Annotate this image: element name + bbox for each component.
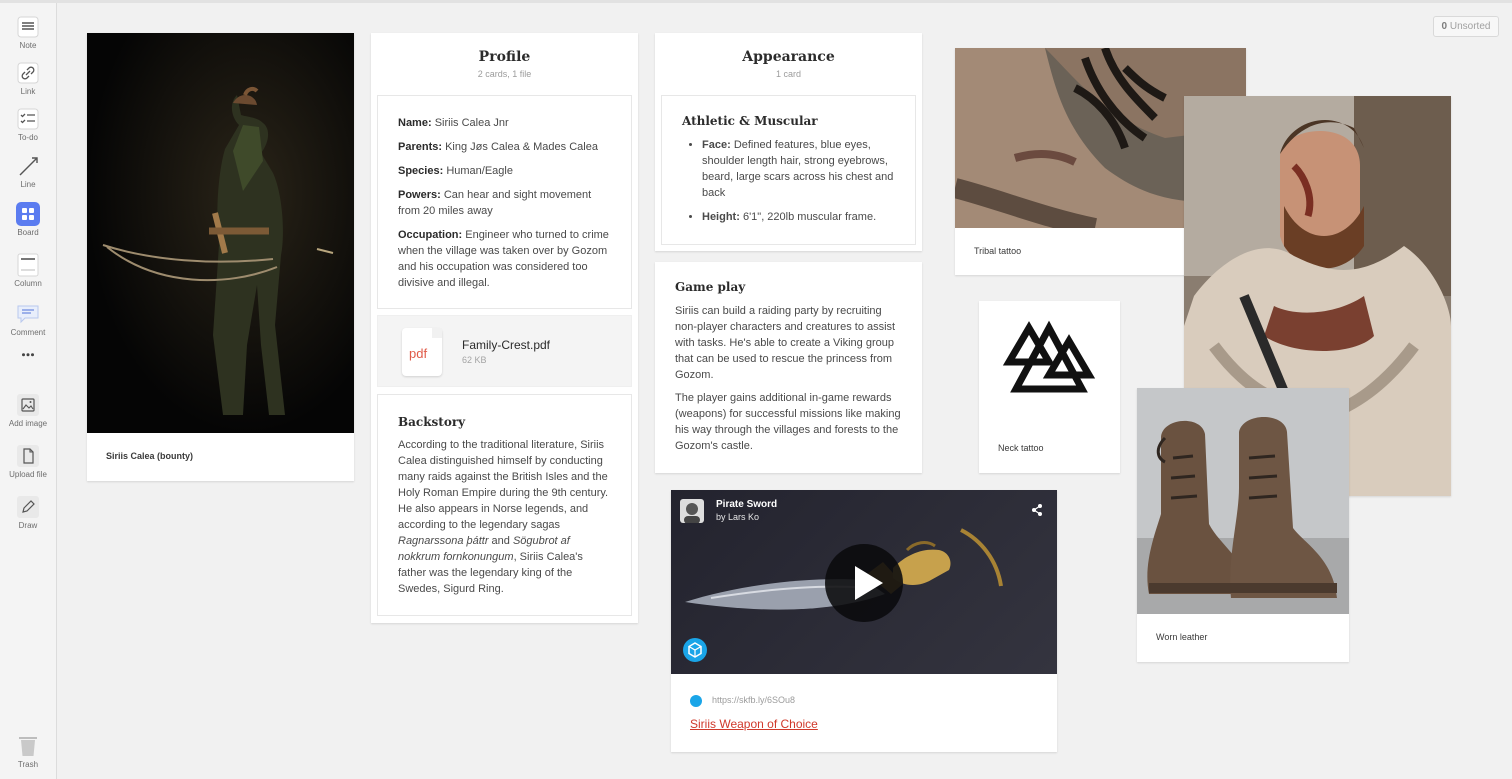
video-player[interactable]: Pirate Sword by Lars Ko <box>671 490 1057 674</box>
top-border <box>0 0 1512 3</box>
video-embed-card[interactable]: Pirate Sword by Lars Ko https://skfb.ly/… <box>671 490 1057 752</box>
neck-tattoo-card[interactable]: Neck tattoo <box>979 301 1120 473</box>
tool-comment[interactable]: Comment <box>0 302 56 337</box>
gameplay-card[interactable]: Game play Siriis can build a raiding par… <box>655 262 922 473</box>
field-occupation: Occupation: Engineer who turned to crime… <box>398 229 609 289</box>
appearance-list: Face: Defined features, blue eyes, shoul… <box>682 137 903 225</box>
leather-caption: Worn leather <box>1156 632 1208 642</box>
tool-note[interactable]: Note <box>0 15 56 50</box>
appearance-face: Face: Defined features, blue eyes, shoul… <box>702 137 903 201</box>
gameplay-paragraph: Siriis can build a raiding party by recr… <box>675 305 896 381</box>
todo-icon <box>17 108 39 130</box>
appearance-board[interactable]: Appearance 1 card Athletic & Muscular Fa… <box>655 33 922 251</box>
file-size: 62 KB <box>462 355 487 365</box>
play-button[interactable] <box>825 544 903 622</box>
unsorted-label: Unsorted <box>1449 21 1491 32</box>
file-name: Family-Crest.pdf <box>462 338 551 352</box>
comment-icon <box>17 305 39 324</box>
video-link-text[interactable]: Siriis Weapon of Choice <box>690 717 818 731</box>
column-icon <box>17 253 39 277</box>
video-url[interactable]: https://skfb.ly/6SOu8 <box>712 695 795 705</box>
tool-label: To-do <box>17 133 38 142</box>
hero-caption: Siriis Calea (bounty) <box>106 451 194 461</box>
backstory-title: Backstory <box>398 415 466 429</box>
unsorted-button[interactable]: 0 Unsorted <box>1433 16 1499 37</box>
tool-add-image[interactable]: Add image <box>0 393 56 428</box>
tool-upload-file[interactable]: Upload file <box>0 444 56 479</box>
pdf-icon: pdf <box>402 328 442 376</box>
tool-label: Draw <box>18 521 38 530</box>
field-name: Name: Siriis Calea Jnr <box>398 117 509 129</box>
video-link[interactable]: Siriis Weapon of Choice <box>690 717 818 731</box>
hero-image-card[interactable]: Siriis Calea (bounty) <box>87 33 354 481</box>
tool-link[interactable]: Link <box>0 61 56 96</box>
author-avatar <box>680 499 704 523</box>
profile-details-card[interactable]: Name: Siriis Calea Jnr Parents: King Jøs… <box>377 95 632 309</box>
worn-leather-card[interactable]: Worn leather <box>1137 388 1349 662</box>
appearance-card[interactable]: Athletic & Muscular Face: Defined featur… <box>661 95 916 245</box>
image-icon <box>17 394 39 416</box>
tool-label: Add image <box>8 419 48 428</box>
pencil-icon <box>17 496 39 518</box>
tool-board[interactable]: Board <box>0 202 56 237</box>
link-icon <box>17 62 39 84</box>
tool-label: Board <box>17 228 39 237</box>
tool-label: Comment <box>10 328 46 337</box>
profile-board[interactable]: Profile 2 cards, 1 file Name: Siriis Cal… <box>371 33 638 623</box>
more-icon <box>22 353 34 357</box>
sketchfab-logo <box>683 638 707 662</box>
tool-column[interactable]: Column <box>0 253 56 288</box>
tool-label: Line <box>20 180 36 189</box>
file-icon <box>17 445 39 467</box>
backstory-card[interactable]: Backstory According to the traditional l… <box>377 394 632 616</box>
valknut-symbol <box>1002 320 1096 393</box>
backstory-text: According to the traditional literature,… <box>398 439 609 595</box>
profile-subtitle: 2 cards, 1 file <box>477 69 532 79</box>
tool-todo[interactable]: To-do <box>0 107 56 142</box>
appearance-height: Height: 6'1", 220lb muscular frame. <box>702 209 903 225</box>
video-author[interactable]: by Lars Ko <box>716 512 759 522</box>
video-title[interactable]: Pirate Sword <box>716 499 777 510</box>
boots-photo <box>1137 388 1349 614</box>
tool-draw[interactable]: Draw <box>0 495 56 530</box>
file-attachment-card[interactable]: pdf Family-Crest.pdf 62 KB <box>377 315 632 387</box>
link-favicon-icon <box>690 695 702 707</box>
share-icon[interactable] <box>1031 503 1043 517</box>
toolbar-sidebar: Note Link To-do Line Board Column Commen… <box>0 3 57 779</box>
more-tools-button[interactable] <box>0 348 56 368</box>
tool-label: Trash <box>17 760 39 769</box>
tool-label: Note <box>19 41 37 50</box>
neck-caption: Neck tattoo <box>998 443 1044 453</box>
tool-line[interactable]: Line <box>0 154 56 189</box>
trash-button[interactable]: Trash <box>0 734 56 769</box>
trash-icon <box>19 737 37 756</box>
gameplay-paragraph: The player gains additional in-game rewa… <box>675 392 901 452</box>
field-powers: Powers: Can hear and sight movement from… <box>398 189 592 217</box>
line-icon <box>19 157 38 176</box>
appearance-title: Appearance <box>742 49 835 65</box>
unsorted-count: 0 <box>1441 21 1448 32</box>
archer-photo <box>87 33 354 433</box>
field-species: Species: Human/Eagle <box>398 165 513 177</box>
note-icon <box>17 16 39 38</box>
tool-label: Link <box>20 87 36 96</box>
profile-title: Profile <box>478 49 531 65</box>
tool-label: Column <box>14 279 42 288</box>
field-parents: Parents: King Jøs Calea & Mades Calea <box>398 141 598 153</box>
appearance-section-title: Athletic & Muscular <box>682 114 818 128</box>
play-icon <box>855 566 883 600</box>
gameplay-title: Game play <box>675 280 746 294</box>
board-icon <box>16 202 40 226</box>
tool-label: Upload file <box>9 470 47 479</box>
pdf-badge: pdf <box>409 346 428 361</box>
appearance-subtitle: 1 card <box>775 69 801 79</box>
